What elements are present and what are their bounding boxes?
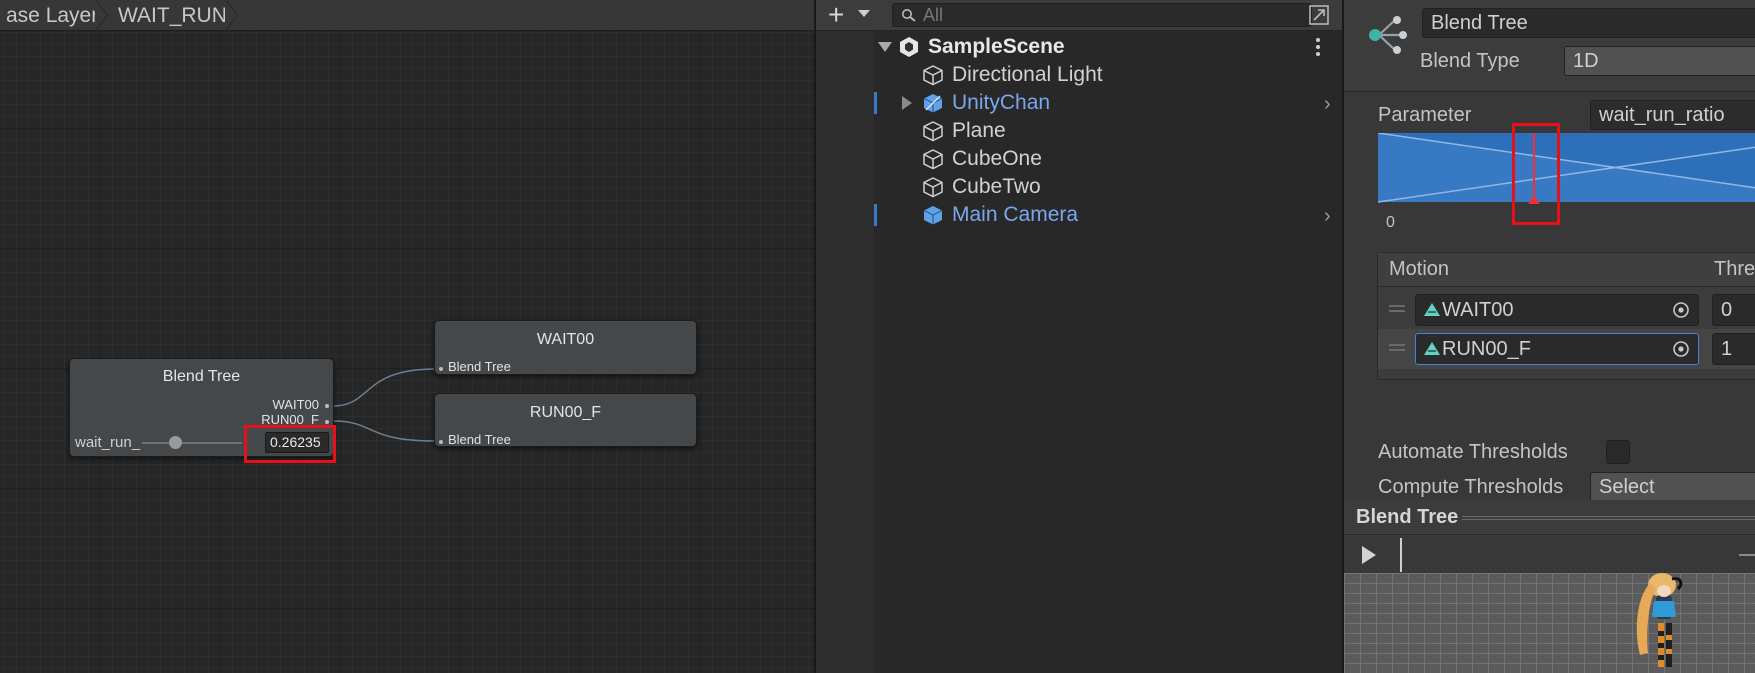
cube-outline-icon: [923, 177, 943, 198]
output-port-wait00[interactable]: [325, 404, 329, 408]
hierarchy-item-label: CubeOne: [952, 147, 1042, 170]
hierarchy-item-label: UnityChan: [952, 91, 1051, 114]
parameter-field[interactable]: wait_run_ratio: [1590, 100, 1755, 130]
blend-tree-icon: [1369, 16, 1407, 54]
input-port[interactable]: [439, 367, 443, 371]
hierarchy-item-label: Main Camera: [952, 203, 1079, 226]
motion-name: WAIT00: [1442, 299, 1514, 321]
add-icon[interactable]: +: [828, 1, 844, 29]
scene-name: SampleScene: [928, 35, 1065, 58]
name-field[interactable]: Blend Tree: [1422, 8, 1755, 38]
hierarchy-toolbar: + All: [816, 0, 1342, 31]
parameter-slider-track[interactable]: [142, 442, 242, 444]
unity-scene-icon: [900, 37, 918, 57]
timeline-cursor[interactable]: [1400, 538, 1402, 572]
highlight-box-parameter-marker: [1512, 123, 1560, 225]
motion-node-run00f[interactable]: RUN00_F Blend Tree: [434, 393, 697, 447]
motion-field[interactable]: WAIT00: [1415, 294, 1699, 326]
threshold-column-header: Thre: [1714, 258, 1755, 280]
cube-outline-icon: [923, 65, 943, 86]
motion-name: RUN00_F: [1442, 338, 1531, 360]
open-window-icon[interactable]: [1308, 4, 1330, 26]
hierarchy-item-cubetwo[interactable]: CubeTwo: [816, 173, 1342, 201]
timeline-speed-handle[interactable]: [1739, 554, 1755, 556]
parameter-label: Parameter: [1378, 104, 1472, 126]
selection-marker: [874, 92, 877, 114]
motion-list-header: Motion Thre: [1378, 253, 1755, 287]
motion-node-input-label: Blend Tree: [448, 359, 511, 374]
search-icon: [902, 9, 916, 22]
character-preview-figure: [1636, 573, 1683, 667]
output-port-run00f[interactable]: [325, 420, 329, 424]
animator-panel: ase Layer WAIT_RUN Blend Tree WAIT00 RUN…: [0, 0, 814, 673]
selection-marker: [874, 204, 877, 226]
preview-title-divider: [1462, 516, 1755, 517]
cube-outline-icon: [923, 149, 943, 170]
motion-column-header: Motion: [1389, 258, 1450, 280]
drag-handle-icon[interactable]: [1389, 305, 1405, 307]
object-picker-icon[interactable]: [1672, 301, 1690, 319]
parameter-slider-thumb[interactable]: [169, 436, 182, 449]
blend-tree-node-title: Blend Tree: [162, 368, 241, 385]
hierarchy-item-main-camera[interactable]: Main Camera ›: [816, 201, 1342, 229]
object-picker-icon[interactable]: [1672, 340, 1690, 358]
search-input[interactable]: All: [892, 3, 1312, 27]
threshold-field[interactable]: 0: [1712, 294, 1755, 326]
hierarchy-item-label: Directional Light: [952, 63, 1103, 86]
motion-row[interactable]: WAIT00 0: [1378, 291, 1755, 329]
graph-min-label: 0: [1386, 214, 1395, 231]
hierarchy-item-label: Plane: [952, 119, 1006, 142]
prefab-cube-icon: [923, 206, 943, 225]
preview-viewport[interactable]: [1342, 573, 1755, 673]
hierarchy-item-unitychan[interactable]: UnityChan ›: [816, 89, 1342, 117]
compute-thresholds-label: Compute Thresholds: [1378, 476, 1564, 498]
blend-graph[interactable]: [1378, 133, 1755, 205]
input-port[interactable]: [439, 440, 443, 444]
hierarchy-item-cubeone[interactable]: CubeOne: [816, 145, 1342, 173]
animation-clip-icon: [1424, 303, 1440, 316]
search-placeholder: All: [923, 5, 944, 25]
motion-row[interactable]: RUN00_F 1: [1378, 329, 1755, 369]
motion-node-title: WAIT00: [536, 331, 595, 348]
motion-node-wait00[interactable]: WAIT00 Blend Tree: [434, 320, 697, 375]
preview-header: Blend Tree: [1342, 500, 1755, 573]
more-options-icon[interactable]: [1316, 38, 1320, 56]
automate-thresholds-checkbox[interactable]: [1606, 440, 1630, 464]
preview-title-bar: Blend Tree: [1344, 500, 1755, 535]
hierarchy-item-directional-light[interactable]: Directional Light: [816, 61, 1342, 89]
hierarchy-item-label: CubeTwo: [952, 175, 1041, 198]
parameter-name-label: wait_run_: [75, 434, 141, 451]
animation-clip-icon: [1424, 342, 1440, 355]
motion-list: Motion Thre WAIT00 0 RUN00_F 1: [1377, 252, 1755, 380]
hierarchy-item-plane[interactable]: Plane: [816, 117, 1342, 145]
preview-toolbar: [1344, 536, 1755, 573]
threshold-field[interactable]: 1: [1712, 333, 1755, 365]
inspector-header: Blend Tree Blend Type 1D: [1344, 0, 1755, 92]
preview-title: Blend Tree: [1356, 506, 1459, 528]
play-icon[interactable]: [1362, 546, 1376, 564]
prefab-cube-icon: [923, 94, 943, 113]
blend-type-dropdown[interactable]: 1D: [1564, 46, 1755, 76]
scene-row[interactable]: SampleScene: [816, 33, 1342, 61]
inspector-panel: Blend Tree Blend Type 1D Parameter wait_…: [1342, 0, 1755, 500]
cube-outline-icon: [923, 121, 943, 142]
expand-arrow-icon[interactable]: [878, 42, 892, 52]
expand-arrow-icon[interactable]: [902, 96, 912, 110]
motion-field[interactable]: RUN00_F: [1415, 333, 1699, 365]
chevron-right-icon[interactable]: ›: [1324, 205, 1331, 228]
chevron-right-icon[interactable]: ›: [1324, 93, 1331, 116]
hierarchy-panel: + All SampleScene Directional Light Unit…: [814, 0, 1342, 673]
automate-thresholds-label: Automate Thresholds: [1378, 441, 1568, 463]
highlight-box-param-value: [244, 425, 336, 463]
output-wait00: WAIT00: [272, 397, 319, 412]
drag-handle-icon[interactable]: [1389, 344, 1405, 346]
blend-type-label: Blend Type: [1420, 50, 1520, 72]
compute-thresholds-dropdown[interactable]: Select: [1590, 472, 1755, 500]
motion-node-input-label: Blend Tree: [448, 432, 511, 447]
motion-node-title: RUN00_F: [529, 404, 602, 421]
chevron-down-icon[interactable]: [858, 10, 870, 17]
